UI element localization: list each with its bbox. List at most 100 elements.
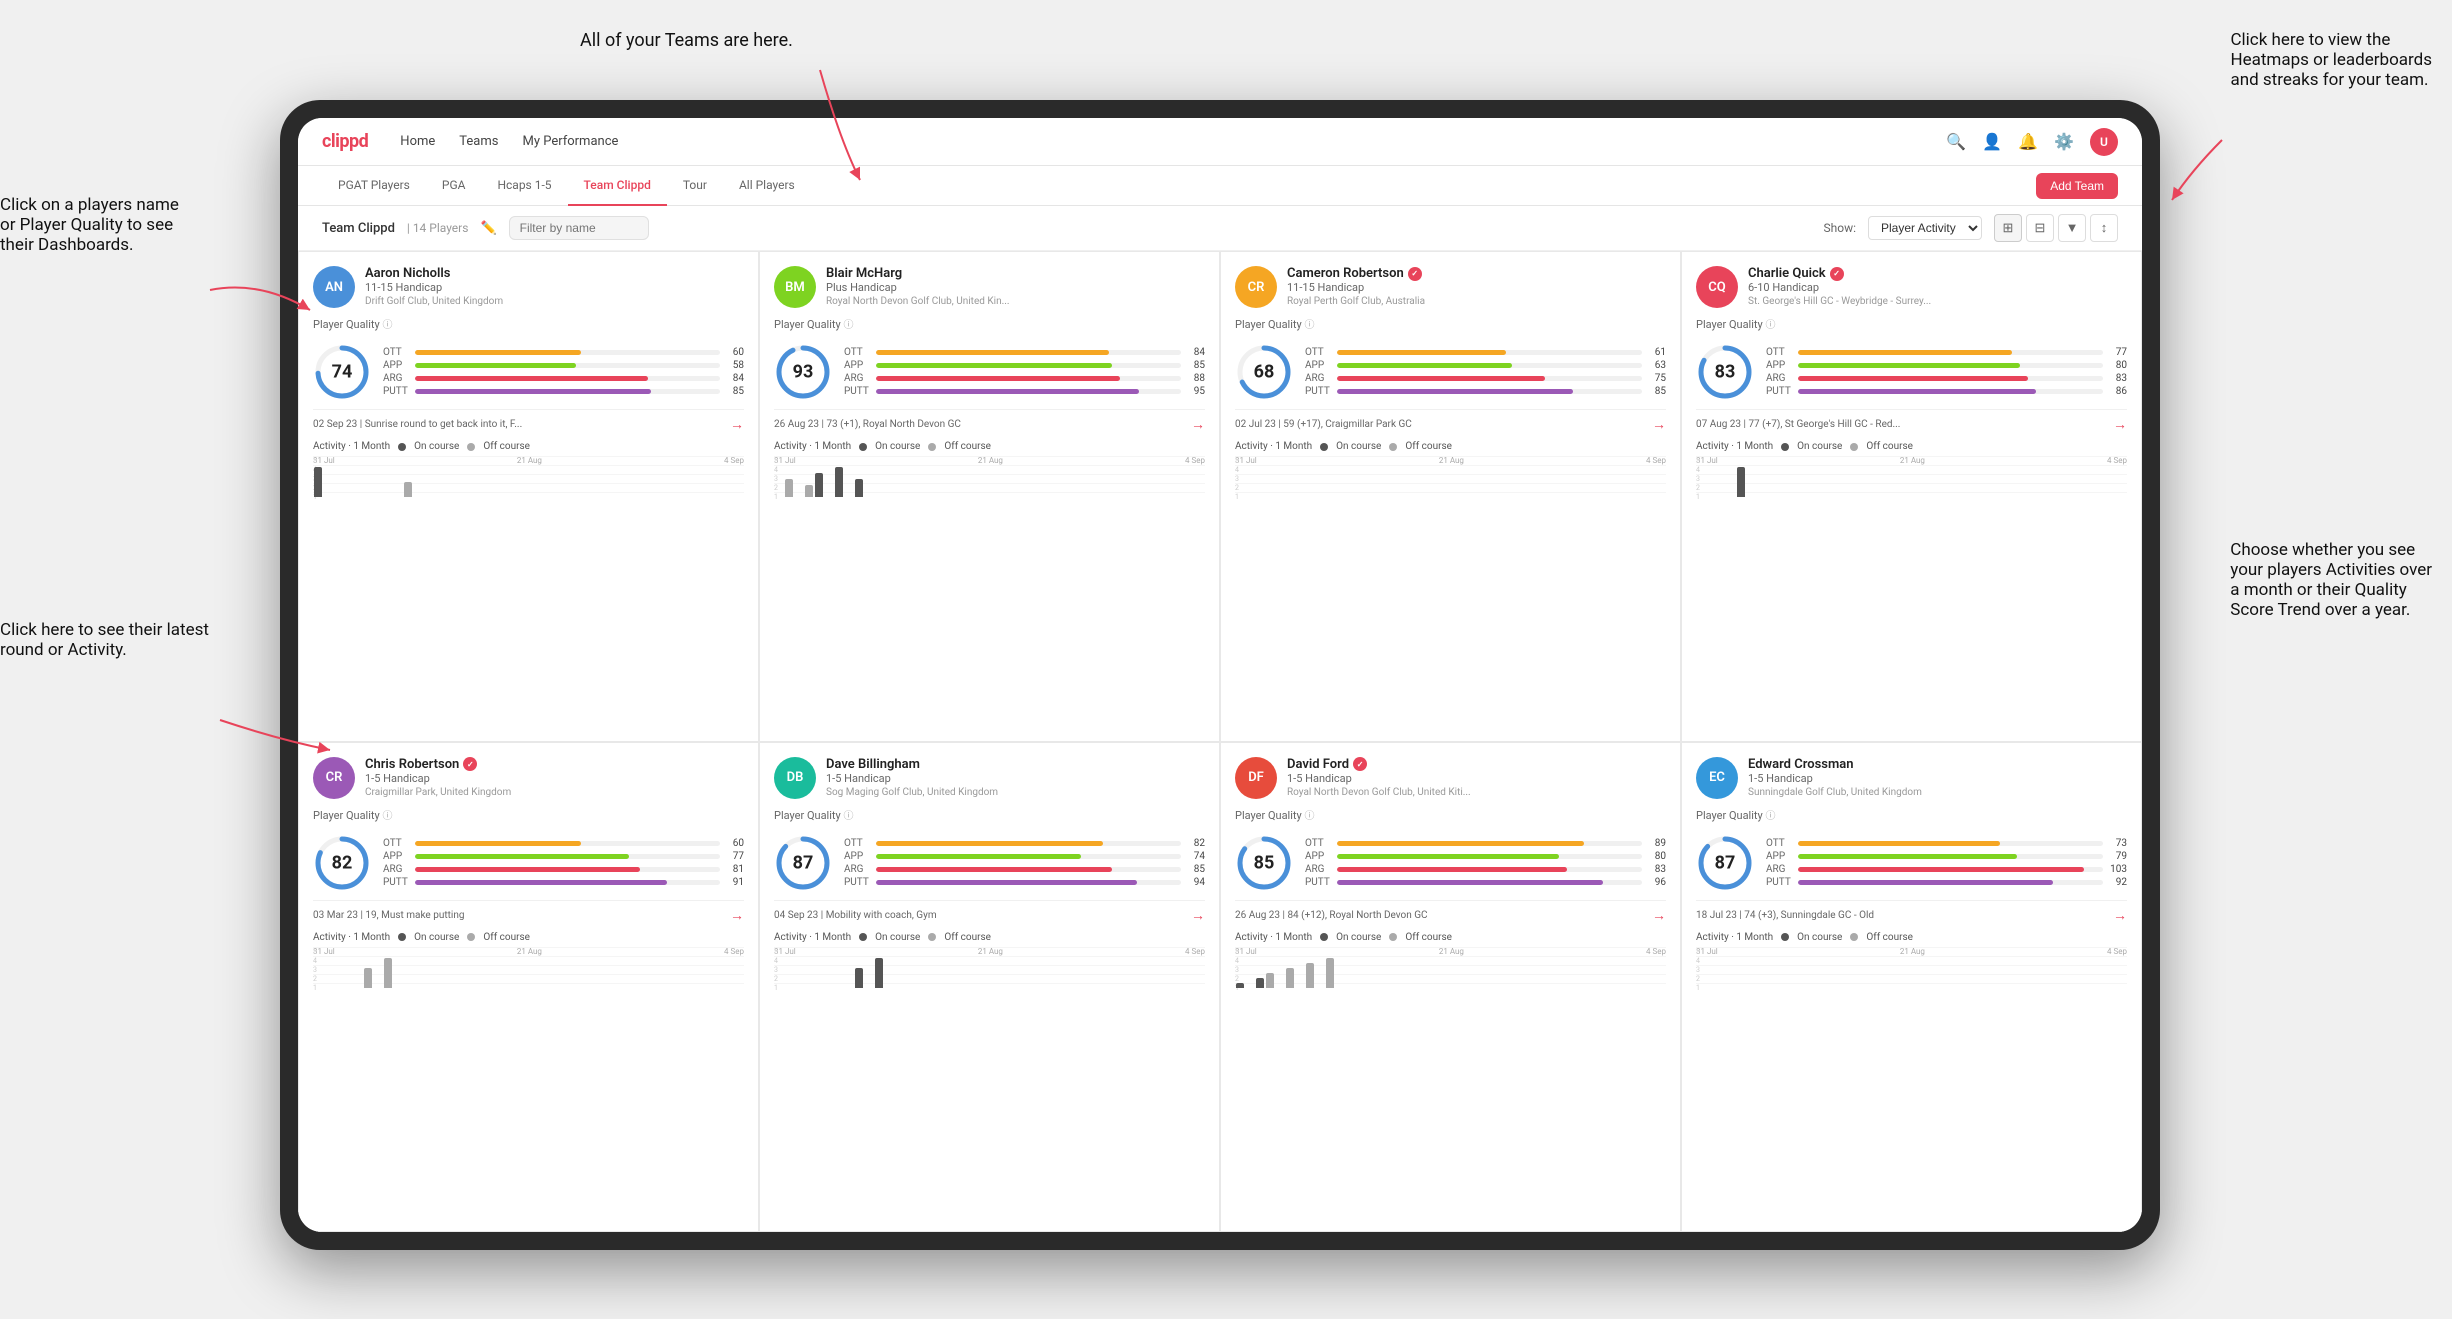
stat-label: ARG — [844, 864, 872, 875]
stat-bar — [876, 363, 1112, 368]
stat-bar-container — [1337, 880, 1642, 885]
stat-value: 88 — [1185, 373, 1205, 384]
nav-performance[interactable]: My Performance — [522, 134, 618, 149]
round-arrow-icon[interactable]: → — [1652, 907, 1666, 924]
tab-team-clippd[interactable]: Team Clippd — [568, 166, 667, 206]
activity-header: Activity · 1 Month On course Off course — [774, 441, 1205, 452]
on-course-dot — [1781, 933, 1789, 941]
tab-tour[interactable]: Tour — [667, 166, 723, 206]
quality-circle[interactable]: 68 — [1235, 343, 1293, 401]
stat-label: OTT — [383, 838, 411, 849]
quality-circle[interactable]: 93 — [774, 343, 832, 401]
on-course-dot — [859, 443, 867, 451]
player-avatar[interactable]: AN — [313, 266, 355, 308]
round-arrow-icon[interactable]: → — [1191, 907, 1205, 924]
player-avatar[interactable]: DF — [1235, 757, 1277, 799]
latest-round[interactable]: 03 Mar 23 | 19, Must make putting → — [313, 900, 744, 924]
search-input[interactable] — [509, 216, 649, 240]
stat-value: 92 — [2107, 877, 2127, 888]
stat-row: PUTT 85 — [383, 386, 744, 397]
show-select[interactable]: Player Activity — [1868, 216, 1982, 240]
player-avatar[interactable]: EC — [1696, 757, 1738, 799]
player-info: Chris Robertson ✓ 1-5 Handicap Craigmill… — [365, 757, 744, 798]
settings-icon[interactable]: ⚙️ — [2054, 132, 2074, 152]
stat-bar-container — [1337, 363, 1642, 368]
player-name[interactable]: Charlie Quick ✓ — [1748, 266, 2127, 281]
latest-round[interactable]: 04 Sep 23 | Mobility with coach, Gym → — [774, 900, 1205, 924]
chart-bar — [364, 968, 372, 988]
stat-bar — [876, 841, 1103, 846]
latest-round[interactable]: 18 Jul 23 | 74 (+3), Sunningdale GC - Ol… — [1696, 900, 2127, 924]
latest-round-text: 02 Jul 23 | 59 (+17), Craigmillar Park G… — [1235, 419, 1652, 430]
player-header: DB Dave Billingham 1-5 Handicap Sog Magi… — [774, 757, 1205, 799]
stat-bar — [876, 350, 1109, 355]
tab-all-players[interactable]: All Players — [723, 166, 811, 206]
activity-label: Activity · 1 Month — [774, 932, 851, 943]
player-avatar[interactable]: CQ — [1696, 266, 1738, 308]
nav-home[interactable]: Home — [400, 134, 435, 149]
latest-round[interactable]: 02 Sep 23 | Sunrise round to get back in… — [313, 409, 744, 433]
nav-teams[interactable]: Teams — [459, 134, 498, 149]
round-arrow-icon[interactable]: → — [730, 907, 744, 924]
nav-logo[interactable]: clippd — [322, 131, 368, 152]
list-view-icon[interactable]: ⊟ — [2026, 214, 2054, 242]
quality-number: 74 — [332, 362, 353, 383]
stat-bar-container — [1337, 376, 1642, 381]
user-icon[interactable]: 👤 — [1982, 132, 2002, 152]
tab-hcaps[interactable]: Hcaps 1-5 — [481, 166, 567, 206]
view-icons: ⊞ ⊟ ▼ ↕ — [1994, 214, 2118, 242]
filter-icon[interactable]: ▼ — [2058, 214, 2086, 242]
round-arrow-icon[interactable]: → — [2113, 907, 2127, 924]
search-icon[interactable]: 🔍 — [1946, 132, 1966, 152]
tab-pgat-players[interactable]: PGAT Players — [322, 166, 426, 206]
player-avatar[interactable]: CR — [1235, 266, 1277, 308]
round-arrow-icon[interactable]: → — [1191, 416, 1205, 433]
stat-value: 103 — [2107, 864, 2127, 875]
player-avatar[interactable]: CR — [313, 757, 355, 799]
chart-bars — [313, 950, 744, 988]
quality-circle[interactable]: 87 — [1696, 834, 1754, 892]
nav-links: Home Teams My Performance — [400, 134, 618, 149]
latest-round[interactable]: 26 Aug 23 | 73 (+1), Royal North Devon G… — [774, 409, 1205, 433]
latest-round-text: 04 Sep 23 | Mobility with coach, Gym — [774, 910, 1191, 921]
activity-label: Activity · 1 Month — [1696, 932, 1773, 943]
quality-circle[interactable]: 82 — [313, 834, 371, 892]
round-arrow-icon[interactable]: → — [2113, 416, 2127, 433]
sort-icon[interactable]: ↕ — [2090, 214, 2118, 242]
latest-round[interactable]: 26 Aug 23 | 84 (+12), Royal North Devon … — [1235, 900, 1666, 924]
quality-circle[interactable]: 85 — [1235, 834, 1293, 892]
player-name-annotation: Click on a players nameor Player Quality… — [0, 195, 179, 255]
player-name[interactable]: Chris Robertson ✓ — [365, 757, 744, 772]
player-name[interactable]: Aaron Nicholls — [365, 266, 744, 281]
chart-container: 54321 31 Jul 21 Aug 4 Sep — [774, 456, 1205, 511]
activity-label: Activity · 1 Month — [1235, 441, 1312, 452]
quality-circle[interactable]: 87 — [774, 834, 832, 892]
latest-round[interactable]: 02 Jul 23 | 59 (+17), Craigmillar Park G… — [1235, 409, 1666, 433]
player-name[interactable]: Blair McHarg — [826, 266, 1205, 281]
quality-circle[interactable]: 83 — [1696, 343, 1754, 401]
stat-bar — [1337, 854, 1559, 859]
round-arrow-icon[interactable]: → — [1652, 416, 1666, 433]
add-team-button[interactable]: Add Team — [2036, 173, 2118, 199]
edit-icon[interactable]: ✏️ — [480, 221, 496, 236]
stat-bar — [1337, 867, 1567, 872]
player-name[interactable]: Dave Billingham — [826, 757, 1205, 772]
round-arrow-icon[interactable]: → — [730, 416, 744, 433]
player-name[interactable]: Edward Crossman — [1748, 757, 2127, 772]
stat-row: ARG 83 — [1766, 373, 2127, 384]
player-avatar[interactable]: DB — [774, 757, 816, 799]
stat-row: OTT 82 — [844, 838, 1205, 849]
latest-round[interactable]: 07 Aug 23 | 77 (+7), St George's Hill GC… — [1696, 409, 2127, 433]
tab-pga[interactable]: PGA — [426, 166, 482, 206]
avatar[interactable]: U — [2090, 128, 2118, 156]
player-name[interactable]: Cameron Robertson ✓ — [1287, 266, 1666, 281]
activity-label: Activity · 1 Month — [774, 441, 851, 452]
stat-label: APP — [844, 360, 872, 371]
player-card: DF David Ford ✓ 1-5 Handicap Royal North… — [1220, 742, 1681, 1233]
grid-view-icon[interactable]: ⊞ — [1994, 214, 2022, 242]
player-avatar[interactable]: BM — [774, 266, 816, 308]
player-name[interactable]: David Ford ✓ — [1287, 757, 1666, 772]
quality-circle[interactable]: 74 — [313, 343, 371, 401]
bell-icon[interactable]: 🔔 — [2018, 132, 2038, 152]
stat-value: 85 — [724, 386, 744, 397]
